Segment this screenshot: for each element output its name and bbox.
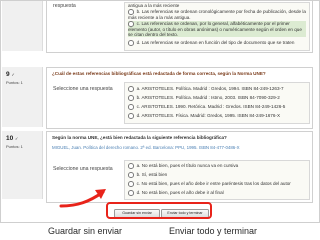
answer-label: d. ARISTOTELES. Física. Madrid: Gredos, … (136, 113, 281, 119)
answer-label: c. Las referencias se ordenan, por lo ge… (128, 21, 302, 38)
answer-option-c[interactable]: c. ARISTOTELES. 1990. Retórica. Madrid :… (128, 104, 306, 110)
citation-text: MIGUEL, Juan. Política del derecho roman… (52, 145, 240, 150)
radio-button[interactable] (128, 113, 134, 119)
answer-label: antigua a la más reciente (128, 3, 180, 9)
radio-button[interactable] (128, 86, 134, 92)
question-number: 9 ✓ (6, 71, 15, 78)
answer-label: d. Las referencias se ordenan en función… (136, 40, 295, 46)
caption-save: Guardar sin enviar (48, 226, 123, 236)
select-answer-prompt: Seleccione una respuesta (53, 86, 113, 92)
answer-option-a[interactable]: a. No está bien, pues el título nunca va… (128, 163, 306, 169)
answer-option-c[interactable]: c. Las referencias se ordenan, por lo ge… (128, 21, 306, 38)
answer-option-a[interactable]: antigua a la más reciente (128, 3, 306, 8)
radio-button[interactable] (128, 40, 134, 46)
answer-label: c. No está bien, pues el año debe ir ent… (136, 181, 291, 187)
answers-box: a. No está bien, pues el título nunca va… (124, 160, 310, 200)
answer-label: a. No está bien, pues el título nunca va… (136, 163, 239, 169)
radio-button[interactable] (128, 95, 134, 101)
radio-button[interactable] (128, 181, 134, 187)
caption-submit: Enviar todo y terminar (169, 226, 258, 236)
buttons-highlight-box (106, 202, 212, 219)
question-number: 10 ✓ (6, 135, 19, 142)
quiz-page: respuesta antigua a la más reciente b. L… (0, 0, 320, 223)
answer-label: b. Las referencias se ordenan cronológic… (128, 9, 306, 20)
answer-option-b[interactable]: b. Las referencias se ordenan cronológic… (128, 9, 306, 20)
question-points: Puntos: 1 (6, 80, 23, 85)
arrow-icon (59, 189, 106, 208)
answer-label: a. ARISTOTELES. Política. Madrid : Gredo… (136, 86, 284, 92)
answers-box: a. ARISTOTELES. Política. Madrid : Gredo… (124, 82, 310, 124)
select-answer-prompt: Seleccione una respuesta (53, 166, 113, 172)
question-info-panel: 9 ✓ Puntos: 1 (2, 67, 43, 127)
answer-label: b. ARISTOTELES. Política. Madrid : Istmo… (136, 95, 280, 101)
answer-option-b[interactable]: b. ARISTOTELES. Política. Madrid : Istmo… (128, 95, 306, 101)
question-info-panel: 10 ✓ Puntos: 1 (2, 131, 43, 199)
select-answer-prompt: respuesta (53, 3, 76, 9)
answer-option-b[interactable]: b. Sí, está bien (128, 172, 306, 178)
radio-button[interactable] (128, 163, 134, 169)
answer-label: d. No está bien, pues el año debe ir al … (136, 190, 224, 196)
question-text: Según la norma UNE, ¿está bien redactada… (52, 135, 227, 140)
answer-option-d[interactable]: d. ARISTOTELES. Física. Madrid: Gredos, … (128, 113, 306, 119)
question-8-body: respuesta antigua a la más reciente b. L… (46, 1, 313, 53)
radio-button[interactable] (128, 190, 134, 196)
check-icon: ✓ (11, 72, 15, 77)
answer-option-c[interactable]: c. No está bien, pues el año debe ir ent… (128, 181, 306, 187)
check-icon: ✓ (15, 136, 19, 141)
radio-button[interactable] (128, 104, 134, 110)
question-points: Puntos: 1 (6, 144, 23, 149)
radio-button[interactable] (128, 172, 134, 178)
answer-option-d[interactable]: d. No está bien, pues el año debe ir al … (128, 190, 306, 196)
answer-option-a[interactable]: a. ARISTOTELES. Política. Madrid : Gredo… (128, 86, 306, 92)
answers-box: antigua a la más reciente b. Las referen… (124, 2, 310, 51)
answer-label: c. ARISTOTELES. 1990. Retórica. Madrid :… (136, 104, 286, 110)
question-info-panel (2, 1, 43, 51)
answer-label: b. Sí, está bien (136, 172, 168, 178)
answer-option-d[interactable]: d. Las referencias se ordenan en función… (128, 40, 306, 46)
question-9-body: ¿Cuál de estas referencias bibliográfica… (46, 67, 313, 129)
question-text: ¿Cuál de estas referencias bibliográfica… (52, 71, 266, 76)
